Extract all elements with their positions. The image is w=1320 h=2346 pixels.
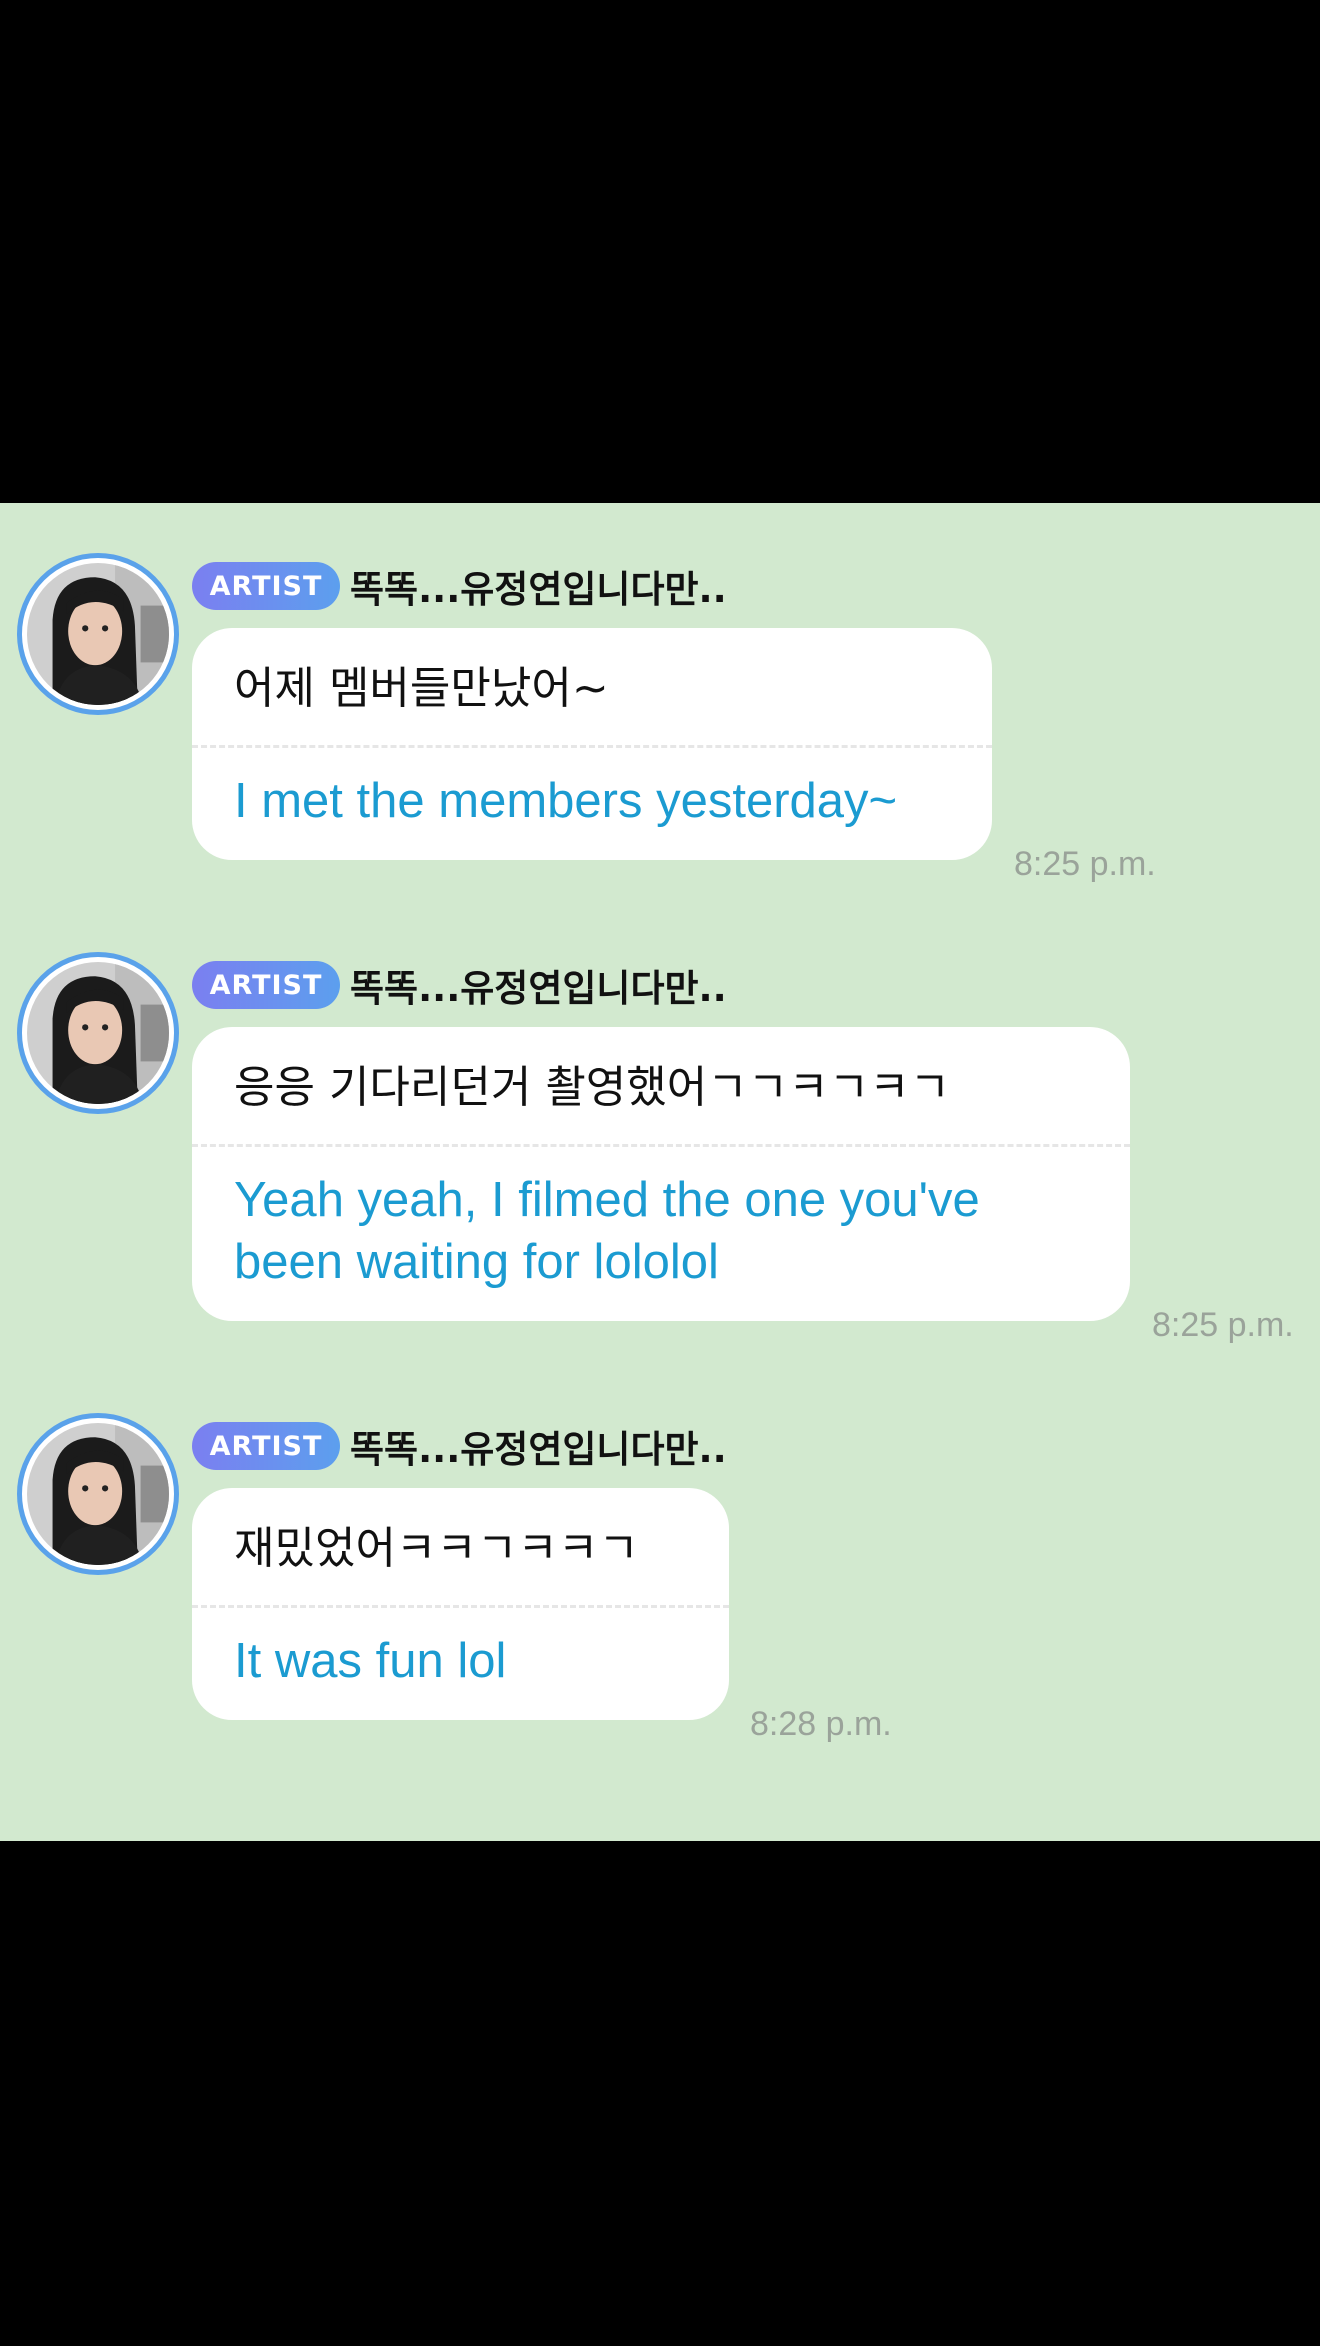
avatar[interactable] (17, 952, 179, 1114)
message-bubble[interactable]: 응응 기다리던거 촬영했어ㄱㄱㅋㄱㅋㄱ Yeah yeah, I filmed … (192, 1027, 1130, 1321)
original-text: 재밌었어ㅋㅋㄱㅋㅋㄱ (234, 1523, 639, 1574)
avatar[interactable] (17, 1413, 179, 1575)
profile-photo-icon (27, 1423, 169, 1565)
profile-photo-icon (27, 563, 169, 705)
original-text: 어제 멤버들만났어~ (234, 663, 609, 714)
message-bubble[interactable]: 어제 멤버들만났어~ I met the members yesterday~ (192, 628, 992, 860)
artist-badge: ARTIST (192, 562, 340, 610)
message-time: 8:28 p.m. (750, 1705, 892, 1743)
sender-name[interactable]: 똑똑...유정연입니다만.. (350, 1419, 727, 1473)
artist-badge: ARTIST (192, 1422, 340, 1470)
chat-area[interactable]: ARTIST 똑똑...유정연입니다만.. 어제 멤버들만났어~ I met t… (0, 503, 1320, 1841)
message-header: ARTIST 똑똑...유정연입니다만.. (192, 1421, 727, 1471)
translation-text: I met the members yesterday~ (234, 774, 898, 828)
message-header: ARTIST 똑똑...유정연입니다만.. (192, 960, 727, 1010)
original-text: 응응 기다리던거 촬영했어ㄱㄱㅋㄱㅋㄱ (234, 1062, 951, 1113)
message-bubble[interactable]: 재밌었어ㅋㅋㄱㅋㅋㄱ It was fun lol (192, 1488, 729, 1720)
sender-name[interactable]: 똑똑...유정연입니다만.. (350, 958, 727, 1012)
message-header: ARTIST 똑똑...유정연입니다만.. (192, 561, 727, 611)
avatar[interactable] (17, 553, 179, 715)
translation-text: It was fun lol (234, 1634, 507, 1688)
artist-badge: ARTIST (192, 961, 340, 1009)
message-time: 8:25 p.m. (1152, 1306, 1294, 1344)
sender-name[interactable]: 똑똑...유정연입니다만.. (350, 559, 727, 613)
profile-photo-icon (27, 962, 169, 1104)
message-time: 8:25 p.m. (1014, 845, 1156, 883)
translation-text: Yeah yeah, I filmed the one you've been … (234, 1173, 980, 1289)
